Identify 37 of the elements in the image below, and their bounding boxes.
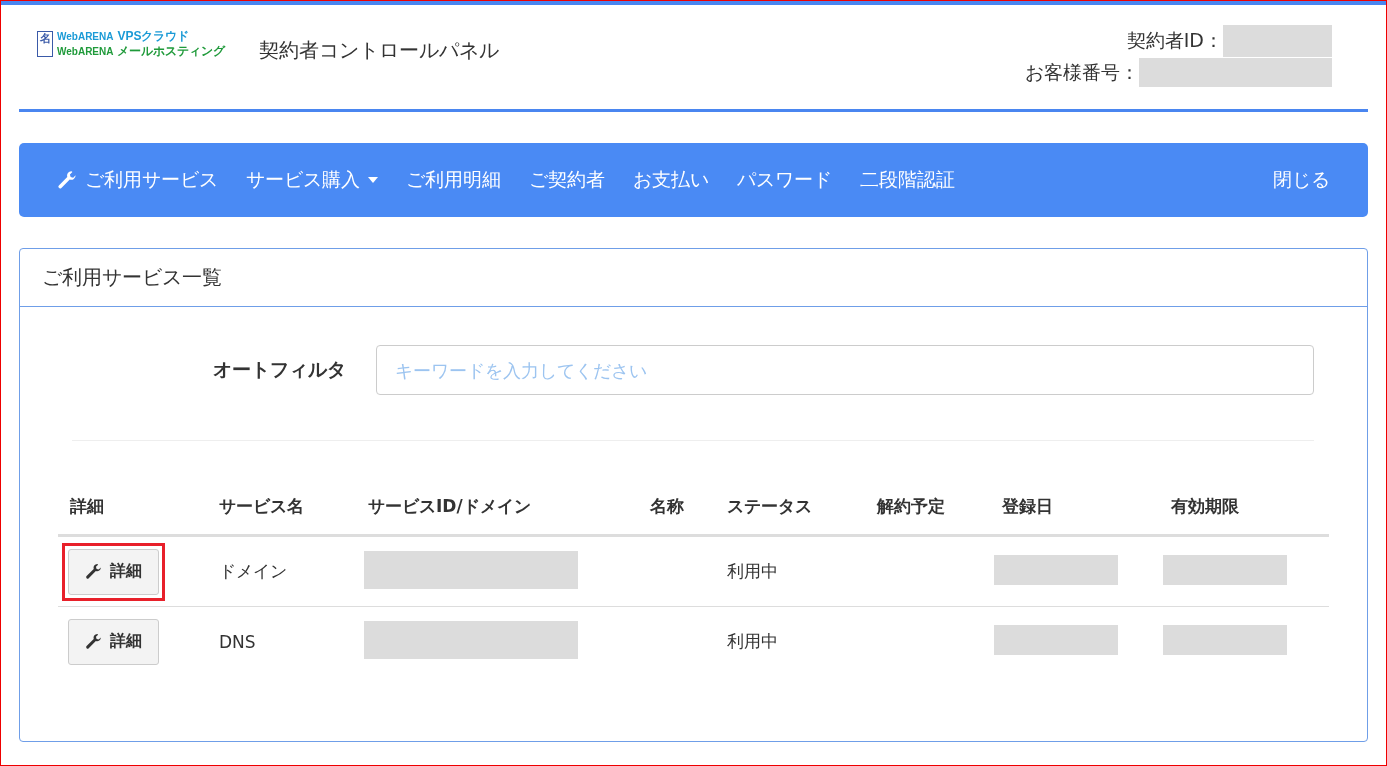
table-cell: 利用中 bbox=[727, 631, 778, 651]
table-cell: DNS bbox=[219, 631, 256, 652]
table-cell: ドメイン bbox=[219, 561, 287, 581]
account-label: 契約者ID： bbox=[1126, 28, 1223, 53]
column-header: サービス名 bbox=[207, 495, 356, 536]
account-label: お客様番号： bbox=[1025, 59, 1139, 85]
column-header: 名称 bbox=[638, 495, 715, 536]
logo-brand-text: WebARENA bbox=[57, 30, 114, 44]
column-header: サービスID/ドメイン bbox=[356, 495, 638, 536]
column-header: 有効期限 bbox=[1159, 495, 1329, 536]
table-cell: 利用中 bbox=[727, 561, 778, 581]
nav-link[interactable]: お支払い bbox=[633, 167, 709, 193]
logo-product-text: メールホスティング bbox=[117, 44, 226, 58]
nav-link[interactable]: ご利用明細 bbox=[406, 167, 501, 193]
wrench-icon bbox=[57, 170, 77, 190]
wrench-icon bbox=[85, 633, 102, 650]
logo-product-text: VPSクラウド bbox=[117, 29, 190, 43]
panel-title: ご利用サービス一覧 bbox=[42, 264, 222, 291]
close-link[interactable]: 閉じる bbox=[1273, 167, 1330, 193]
detail-button[interactable]: 詳細 bbox=[68, 548, 159, 595]
logo-brand-text: WebARENA bbox=[57, 45, 114, 59]
nav-link[interactable]: ご利用サービス bbox=[57, 167, 218, 193]
wrench-icon bbox=[85, 563, 102, 580]
filter-label: オートフィルタ bbox=[213, 357, 346, 382]
filter-input[interactable]: キーワードを入力してください bbox=[376, 345, 1314, 395]
nav-link[interactable]: ご契約者 bbox=[529, 167, 605, 193]
column-header: 登録日 bbox=[990, 495, 1159, 536]
detail-button[interactable]: 詳細 bbox=[68, 618, 159, 665]
column-header: 詳細 bbox=[58, 495, 207, 536]
nav-link[interactable]: パスワード bbox=[737, 167, 832, 193]
nav-link[interactable]: サービス購入 bbox=[246, 167, 378, 193]
nav-link[interactable]: 二段階認証 bbox=[860, 167, 955, 193]
caret-icon bbox=[368, 177, 378, 183]
column-header: 解約予定 bbox=[865, 495, 990, 536]
logo-mark: 名 bbox=[37, 31, 53, 57]
column-header: ステータス bbox=[715, 495, 865, 536]
page-title: 契約者コントロールパネル bbox=[259, 37, 500, 64]
